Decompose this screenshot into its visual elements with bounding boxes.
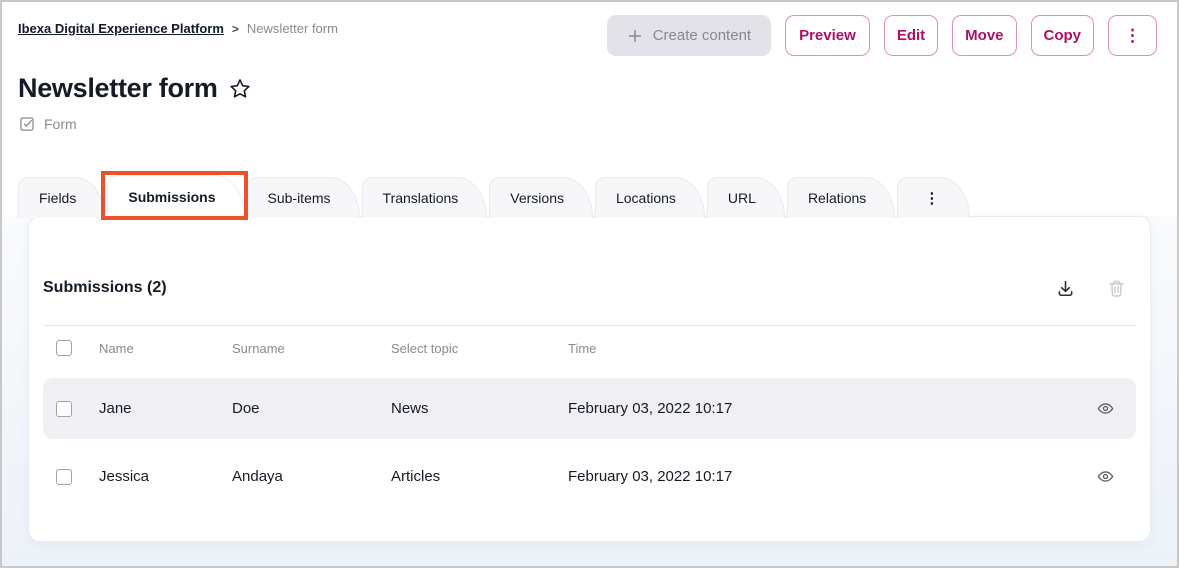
table-header-row: Name Surname Select topic Time: [43, 326, 1136, 370]
tab-label: Locations: [616, 190, 676, 206]
eye-icon: [1097, 400, 1114, 417]
eye-icon: [1097, 468, 1114, 485]
tab-label: URL: [728, 190, 756, 206]
tab-label: Fields: [39, 190, 76, 206]
copy-button[interactable]: Copy: [1031, 15, 1095, 56]
panel-toolbar: [1056, 279, 1126, 298]
panel-header: Submissions (2): [43, 277, 1126, 299]
row-checkbox[interactable]: [56, 401, 72, 417]
tab-more[interactable]: ⋮: [897, 177, 970, 218]
tab-submissions[interactable]: Submissions: [107, 175, 244, 218]
page-title: Newsletter form: [18, 73, 218, 104]
trash-icon: [1107, 279, 1126, 298]
delete-submissions-button[interactable]: [1107, 279, 1126, 298]
bookmark-star-icon[interactable]: [228, 77, 252, 101]
tab-label: Versions: [510, 190, 564, 206]
tab-translations[interactable]: Translations: [362, 177, 488, 218]
plus-icon: [627, 28, 643, 44]
row-checkbox[interactable]: [56, 469, 72, 485]
tab-relations[interactable]: Relations: [787, 177, 895, 218]
preview-button[interactable]: Preview: [785, 15, 870, 56]
table-row[interactable]: Jessica Andaya Articles February 03, 202…: [43, 446, 1136, 507]
move-button[interactable]: Move: [952, 15, 1016, 56]
tab-bar: Fields Submissions Sub-items Translation…: [18, 175, 972, 218]
download-submissions-button[interactable]: [1056, 279, 1075, 298]
breadcrumb-root-link[interactable]: Ibexa Digital Experience Platform: [18, 21, 224, 36]
cell-surname: Doe: [232, 400, 391, 417]
cell-name: Jane: [99, 400, 232, 417]
table-row[interactable]: Jane Doe News February 03, 2022 10:17: [43, 378, 1136, 439]
more-actions-button[interactable]: ⋮: [1108, 15, 1157, 56]
tab-locations[interactable]: Locations: [595, 177, 705, 218]
form-type-icon: [19, 115, 36, 132]
view-submission-button[interactable]: [1097, 400, 1114, 417]
column-header-surname: Surname: [232, 341, 391, 356]
submissions-panel: Submissions (2) Name Surname: [28, 216, 1151, 542]
cell-time: February 03, 2022 10:17: [568, 468, 1074, 485]
app-window: Ibexa Digital Experience Platform > News…: [0, 0, 1179, 568]
view-submission-button[interactable]: [1097, 468, 1114, 485]
download-icon: [1056, 279, 1075, 298]
create-content-label: Create content: [653, 27, 751, 44]
create-content-button[interactable]: Create content: [607, 15, 771, 56]
action-buttons: Create content Preview Edit Move Copy ⋮: [607, 15, 1157, 56]
top-bar: Ibexa Digital Experience Platform > News…: [2, 2, 1177, 56]
column-header-time: Time: [568, 341, 1074, 356]
tab-label: Translations: [383, 190, 459, 206]
content-type-row: Form: [2, 115, 1177, 132]
column-header-name: Name: [99, 341, 232, 356]
submissions-table: Name Surname Select topic Time Jane Doe …: [43, 325, 1136, 507]
select-all-checkbox[interactable]: [56, 340, 72, 356]
tab-label: Submissions: [128, 189, 215, 205]
content-type-label: Form: [44, 116, 77, 132]
breadcrumb-current: Newsletter form: [247, 21, 338, 36]
cell-time: February 03, 2022 10:17: [568, 400, 1074, 417]
column-header-topic: Select topic: [391, 341, 568, 356]
title-row: Newsletter form: [2, 73, 1177, 104]
kebab-icon: ⋮: [924, 189, 939, 207]
cell-surname: Andaya: [232, 468, 391, 485]
tab-label: Sub-items: [268, 190, 331, 206]
tab-sub-items[interactable]: Sub-items: [247, 177, 360, 218]
tab-label: Relations: [808, 190, 866, 206]
panel-title: Submissions (2): [43, 277, 167, 299]
tab-versions[interactable]: Versions: [489, 177, 593, 218]
cell-name: Jessica: [99, 468, 232, 485]
breadcrumb: Ibexa Digital Experience Platform > News…: [18, 15, 338, 36]
cell-topic: News: [391, 400, 568, 417]
breadcrumb-separator: >: [232, 22, 239, 36]
tab-fields[interactable]: Fields: [18, 177, 105, 218]
kebab-icon: ⋮: [1124, 27, 1141, 44]
cell-topic: Articles: [391, 468, 568, 485]
edit-button[interactable]: Edit: [884, 15, 938, 56]
tab-url[interactable]: URL: [707, 177, 785, 218]
